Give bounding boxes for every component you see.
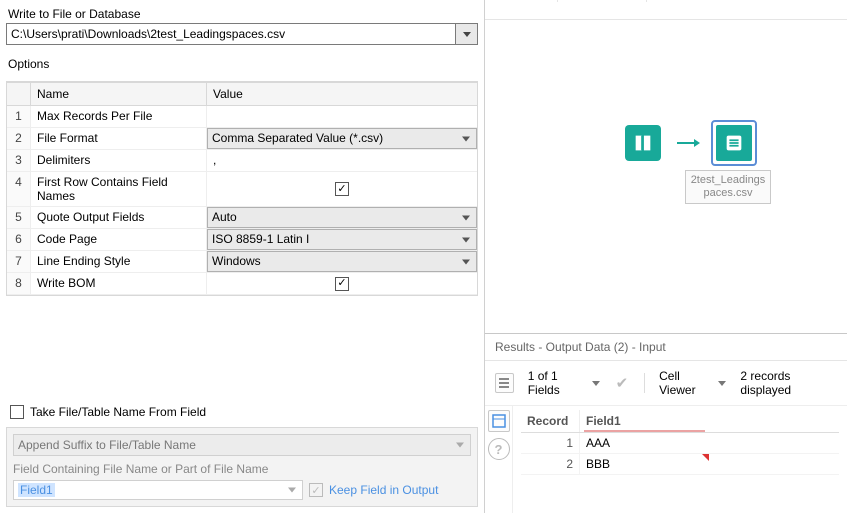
take-name-detail-pane: Append Suffix to File/Table Name Field C…	[6, 427, 478, 507]
option-value-select[interactable]: Windows	[207, 251, 477, 272]
keep-field-checkbox: ✓	[309, 483, 323, 497]
row-index: 7	[7, 251, 31, 272]
help-icon[interactable]: ?	[488, 438, 510, 460]
append-mode-select: Append Suffix to File/Table Name	[13, 434, 471, 456]
results-header-row: Record Field1	[521, 410, 839, 433]
col-value: Value	[207, 83, 477, 105]
workflow-canvas[interactable]: 2test_Leadingspaces.csv	[485, 0, 847, 333]
option-value-text[interactable]: ,	[207, 150, 477, 170]
options-grid: Name Value 1Max Records Per File2File Fo…	[6, 81, 478, 296]
results-table: Record Field1 1AAA2BBB	[513, 406, 847, 513]
option-name: Code Page	[31, 229, 207, 250]
option-row: 6Code PageISO 8859-1 Latin I	[7, 229, 477, 251]
table-row[interactable]: 1AAA	[521, 433, 839, 454]
col-record[interactable]: Record	[521, 410, 579, 432]
option-row: 5Quote Output FieldsAuto	[7, 207, 477, 229]
take-name-checkbox[interactable]	[10, 405, 24, 419]
results-title: Results - Output Data (2) - Input	[485, 334, 847, 361]
option-value-select[interactable]: ISO 8859-1 Latin I	[207, 229, 477, 250]
options-label: Options	[8, 57, 478, 71]
row-index: 4	[7, 172, 31, 206]
chevron-down-icon	[463, 32, 471, 37]
row-index: 8	[7, 273, 31, 294]
output-tool-node[interactable]	[711, 120, 757, 166]
field-containing-name-label: Field Containing File Name or Part of Fi…	[13, 462, 471, 476]
results-toolbar: 1 of 1 Fields ✔ Cell Viewer 2 records di…	[485, 361, 847, 406]
chevron-down-icon	[718, 381, 726, 386]
option-value-select[interactable]: Comma Separated Value (*.csv)	[207, 128, 477, 149]
cell-viewer-dropdown[interactable]: Cell Viewer	[659, 369, 726, 397]
results-view-icon[interactable]	[495, 373, 514, 393]
option-value-checkbox[interactable]: ✓	[207, 172, 477, 206]
fields-dropdown[interactable]: 1 of 1 Fields	[528, 369, 600, 397]
keep-field-label: Keep Field in Output	[329, 483, 438, 497]
write-target-label: Write to File or Database	[8, 7, 478, 21]
row-index: 1	[7, 106, 31, 127]
option-value-checkbox[interactable]: ✓	[207, 273, 477, 294]
row-index: 5	[7, 207, 31, 228]
col-field1[interactable]: Field1	[579, 410, 709, 432]
options-header-row: Name Value	[7, 82, 477, 106]
option-name: Quote Output Fields	[31, 207, 207, 228]
records-count-label: 2 records displayed	[740, 369, 837, 397]
chevron-down-icon	[592, 381, 600, 386]
field-name-select: Field1	[13, 480, 303, 500]
option-value-text[interactable]	[207, 106, 477, 112]
row-index: 3	[7, 150, 31, 171]
results-pane: Results - Output Data (2) - Input 1 of 1…	[485, 333, 847, 513]
option-name: Line Ending Style	[31, 251, 207, 272]
row-index: 2	[7, 128, 31, 149]
apply-check-icon[interactable]: ✔	[614, 374, 631, 392]
input-tool-node[interactable]	[625, 125, 661, 161]
cell-record: 1	[521, 433, 579, 453]
cell-record: 2	[521, 454, 579, 474]
file-path-dropdown-btn[interactable]	[456, 23, 478, 45]
option-name: Max Records Per File	[31, 106, 207, 127]
cell-field1: AAA	[579, 433, 709, 453]
option-name: First Row Contains Field Names	[31, 172, 207, 206]
option-row: 2File FormatComma Separated Value (*.csv…	[7, 128, 477, 150]
cell-field1: BBB	[579, 454, 709, 474]
take-name-from-field-row[interactable]: Take File/Table Name From Field	[10, 405, 478, 419]
col-name: Name	[31, 83, 207, 105]
option-name: Delimiters	[31, 150, 207, 171]
option-row: 3Delimiters,	[7, 150, 477, 172]
option-row: 4First Row Contains Field Names✓	[7, 172, 477, 207]
table-row[interactable]: 2BBB	[521, 454, 839, 475]
take-name-label: Take File/Table Name From Field	[30, 405, 206, 419]
option-name: File Format	[31, 128, 207, 149]
option-row: 7Line Ending StyleWindows	[7, 251, 477, 273]
output-node-filename: 2test_Leadingspaces.csv	[685, 170, 771, 204]
option-row: 1Max Records Per File	[7, 106, 477, 128]
row-index: 6	[7, 229, 31, 250]
option-name: Write BOM	[31, 273, 207, 294]
option-value-select[interactable]: Auto	[207, 207, 477, 228]
results-metadata-icon[interactable]	[488, 410, 510, 432]
connector-arrow-icon	[677, 142, 695, 144]
config-panel: Write to File or Database Options Name V…	[0, 0, 485, 513]
file-path-input[interactable]	[6, 23, 456, 45]
option-row: 8Write BOM✓	[7, 273, 477, 295]
